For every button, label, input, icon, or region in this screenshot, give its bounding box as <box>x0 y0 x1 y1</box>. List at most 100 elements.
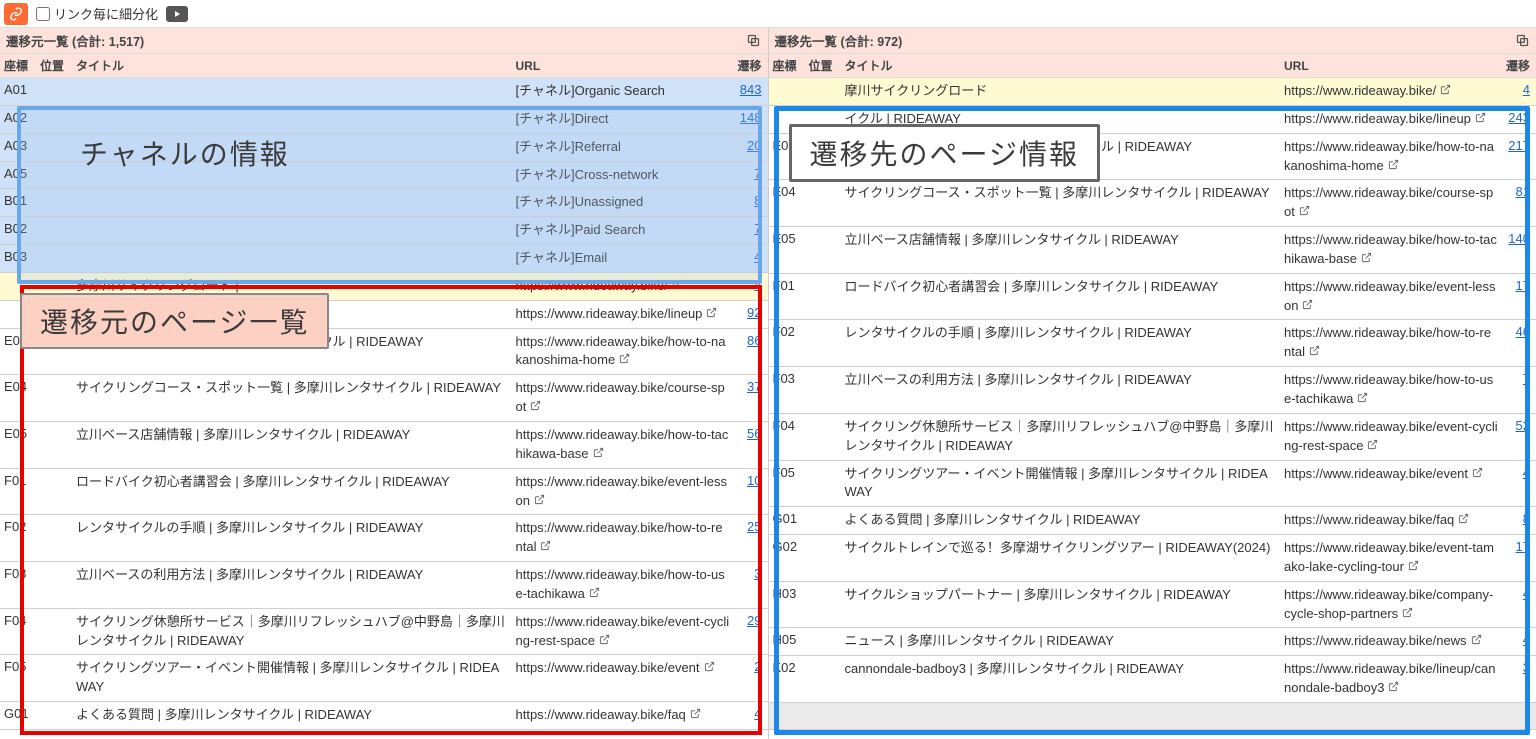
cell-count[interactable]: 148 <box>734 110 768 125</box>
cell-url[interactable]: https://www.rideaway.bike/lineup <box>1284 110 1502 129</box>
cell-count[interactable]: 217 <box>1502 138 1536 153</box>
cell-url[interactable]: [チャネル]Paid Search <box>516 221 734 240</box>
table-row[interactable]: K02cannondale-badboy3 | 多摩川レンタサイクル | RID… <box>769 656 1536 703</box>
col-coord[interactable]: 座標 <box>769 57 809 74</box>
cell-count[interactable]: 86 <box>734 333 768 348</box>
cell-count[interactable]: 37 <box>734 379 768 394</box>
cell-url[interactable]: [チャネル]Referral <box>516 138 734 157</box>
cell-url[interactable]: https://www.rideaway.bike/how-to-nakanos… <box>1284 138 1502 176</box>
col-url[interactable]: URL <box>1284 59 1502 73</box>
cell-count[interactable]: 7 <box>1502 371 1536 386</box>
table-row[interactable]: B01[チャネル]Unassigned8 <box>0 189 768 217</box>
col-coord[interactable]: 座標 <box>0 57 40 74</box>
cell-url[interactable]: https://www.rideaway.bike/event-tamako-l… <box>1284 539 1502 577</box>
cell-count[interactable]: 52 <box>1502 418 1536 433</box>
cell-url[interactable]: [チャネル]Email <box>516 249 734 268</box>
cell-url[interactable]: https://www.rideaway.bike/lineup <box>516 305 734 324</box>
cell-count[interactable]: 843 <box>734 82 768 97</box>
cell-url[interactable]: https://www.rideaway.bike/event <box>516 659 734 678</box>
col-count[interactable]: 遷移 <box>1502 57 1536 74</box>
cell-url[interactable]: https://www.rideaway.bike/how-to-rental <box>1284 324 1502 362</box>
table-row[interactable]: E04サイクリングコース・スポット一覧 | 多摩川レンタサイクル | RIDEA… <box>0 375 768 422</box>
cell-url[interactable]: [チャネル]Organic Search <box>516 82 734 101</box>
cell-url[interactable]: https://www.rideaway.bike/faq <box>516 706 734 725</box>
table-row[interactable]: F04サイクリング休憩所サービス｜多摩川リフレッシュハブ@中野島｜多摩川レンタサ… <box>0 609 768 656</box>
cell-url[interactable]: [チャネル]Direct <box>516 110 734 129</box>
table-row[interactable]: F01ロードバイク初心者講習会 | 多摩川レンタサイクル | RIDEAWAYh… <box>0 469 768 516</box>
table-row[interactable]: F05サイクリングツアー・イベント開催情報 | 多摩川レンタサイクル | RID… <box>0 655 768 702</box>
table-row[interactable]: F02レンタサイクルの手順 | 多摩川レンタサイクル | RIDEAWAYhtt… <box>0 515 768 562</box>
source-table-body[interactable]: A01[チャネル]Organic Search843A02[チャネル]Direc… <box>0 78 768 739</box>
table-row[interactable] <box>769 703 1536 730</box>
copy-button[interactable] <box>1512 30 1532 50</box>
cell-count[interactable]: 3 <box>734 566 768 581</box>
table-row[interactable]: G02サイクルトレインで巡る！多摩湖サイクリングツアー | RIDEAWAY(2… <box>769 535 1536 582</box>
cell-count[interactable]: 17 <box>1502 278 1536 293</box>
table-row[interactable]: F03立川ベースの利用方法 | 多摩川レンタサイクル | RIDEAWAYhtt… <box>769 367 1536 414</box>
cell-count[interactable]: 2 <box>734 659 768 674</box>
cell-url[interactable]: https://www.rideaway.bike/course-spot <box>516 379 734 417</box>
cell-url[interactable]: https://www.rideaway.bike/ <box>1284 82 1502 101</box>
cell-url[interactable]: https://www.rideaway.bike/faq <box>1284 511 1502 530</box>
cell-url[interactable]: https://www.rideaway.bike/company-cycle-… <box>1284 586 1502 624</box>
table-row[interactable]: B03[チャネル]Email4 <box>0 245 768 273</box>
table-row[interactable]: F01ロードバイク初心者講習会 | 多摩川レンタサイクル | RIDEAWAYh… <box>769 274 1536 321</box>
cell-count[interactable]: 20 <box>734 138 768 153</box>
cell-count[interactable]: 4 <box>734 706 768 721</box>
cell-count[interactable]: 10 <box>734 473 768 488</box>
cell-url[interactable]: https://www.rideaway.bike/news <box>1284 632 1502 651</box>
cell-url[interactable]: https://www.rideaway.bike/event-lesson <box>516 473 734 511</box>
cell-count[interactable]: 7 <box>734 221 768 236</box>
cell-count[interactable]: 4 <box>734 277 768 292</box>
video-icon[interactable] <box>166 6 188 22</box>
cell-url[interactable]: https://www.rideaway.bike/lineup/cannond… <box>1284 660 1502 698</box>
cell-url[interactable]: https://www.rideaway.bike/event <box>1284 465 1502 484</box>
table-row[interactable]: F03立川ベースの利用方法 | 多摩川レンタサイクル | RIDEAWAYhtt… <box>0 562 768 609</box>
cell-url[interactable]: https://www.rideaway.bike/how-to-rental <box>516 519 734 557</box>
table-row[interactable]: H03サイクルショップパートナー | 多摩川レンタサイクル | RIDEAWAY… <box>769 582 1536 629</box>
cell-count[interactable]: 3 <box>1502 660 1536 675</box>
col-title[interactable]: タイトル <box>76 57 516 74</box>
link-icon-button[interactable] <box>4 3 28 25</box>
cell-url[interactable]: [チャネル]Unassigned <box>516 193 734 212</box>
col-pos[interactable]: 位置 <box>40 57 76 74</box>
cell-url[interactable]: https://www.rideaway.bike/how-to-tachika… <box>1284 231 1502 269</box>
cell-url[interactable]: https://www.rideaway.bike/event-cycling-… <box>516 613 734 651</box>
cell-count[interactable]: 17 <box>1502 539 1536 554</box>
table-row[interactable]: E05立川ベース店舗情報 | 多摩川レンタサイクル | RIDEAWAYhttp… <box>769 227 1536 274</box>
col-url[interactable]: URL <box>516 59 734 73</box>
col-title[interactable]: タイトル <box>845 57 1285 74</box>
cell-count[interactable]: 7 <box>734 166 768 181</box>
subdivide-per-link-checkbox[interactable]: リンク毎に細分化 <box>36 4 158 23</box>
subdivide-checkbox-input[interactable] <box>36 7 50 21</box>
cell-count[interactable]: 4 <box>1502 82 1536 97</box>
cell-count[interactable]: 4 <box>1502 586 1536 601</box>
table-row[interactable]: A01[チャネル]Organic Search843 <box>0 78 768 106</box>
cell-url[interactable]: https://www.rideaway.bike/how-to-use-tac… <box>1284 371 1502 409</box>
cell-count[interactable]: 4 <box>734 249 768 264</box>
cell-count[interactable]: 4 <box>1502 632 1536 647</box>
cell-count[interactable]: 56 <box>734 426 768 441</box>
cell-count[interactable]: 46 <box>1502 324 1536 339</box>
cell-count[interactable]: 92 <box>734 305 768 320</box>
cell-url[interactable]: https://www.rideaway.bike/event-cycling-… <box>1284 418 1502 456</box>
cell-url[interactable]: https://www.rideaway.bike/course-spot <box>1284 184 1502 222</box>
table-row[interactable]: 摩川サイクリングロードhttps://www.rideaway.bike/4 <box>769 78 1536 106</box>
cell-url[interactable]: https://www.rideaway.bike/how-to-tachika… <box>516 426 734 464</box>
cell-url[interactable]: https://www.rideaway.bike/event-lesson <box>1284 278 1502 316</box>
cell-count[interactable]: 8 <box>734 193 768 208</box>
cell-count[interactable]: 8 <box>1502 511 1536 526</box>
cell-url[interactable]: https://www.rideaway.bike/how-to-use-tac… <box>516 566 734 604</box>
table-row[interactable]: F02レンタサイクルの手順 | 多摩川レンタサイクル | RIDEAWAYhtt… <box>769 320 1536 367</box>
table-row[interactable]: F05サイクリングツアー・イベント開催情報 | 多摩川レンタサイクル | RID… <box>769 461 1536 508</box>
cell-count[interactable]: 4 <box>1502 465 1536 480</box>
col-count[interactable]: 遷移 <box>734 57 768 74</box>
col-pos[interactable]: 位置 <box>809 57 845 74</box>
table-row[interactable]: G01よくある質問 | 多摩川レンタサイクル | RIDEAWAYhttps:/… <box>769 507 1536 535</box>
cell-count[interactable]: 25 <box>734 519 768 534</box>
cell-count[interactable]: 140 <box>1502 231 1536 246</box>
table-row[interactable]: E05立川ベース店舗情報 | 多摩川レンタサイクル | RIDEAWAYhttp… <box>0 422 768 469</box>
cell-count[interactable]: 29 <box>734 613 768 628</box>
table-row[interactable]: E04サイクリングコース・スポット一覧 | 多摩川レンタサイクル | RIDEA… <box>769 180 1536 227</box>
cell-url[interactable]: https://www.rideaway.bike/ <box>516 277 734 296</box>
